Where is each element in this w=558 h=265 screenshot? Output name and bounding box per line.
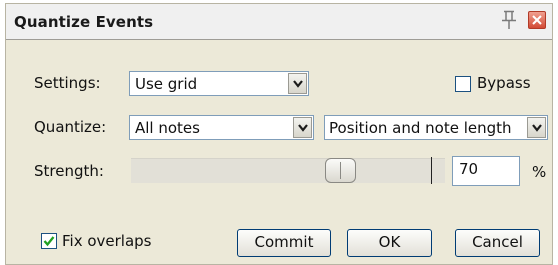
strength-slider-track[interactable] [131, 158, 445, 183]
fix-overlaps-checkbox[interactable] [41, 233, 57, 249]
slider-default-marker [431, 157, 432, 184]
fix-overlaps-label: Fix overlaps [62, 232, 152, 250]
close-icon [532, 15, 542, 25]
close-button[interactable] [528, 11, 546, 29]
quantize-notes-select[interactable]: All notes [129, 115, 314, 140]
quantize-mode-value: Position and note length [329, 119, 512, 137]
settings-select[interactable]: Use grid [129, 71, 309, 96]
bypass-label: Bypass [477, 74, 531, 92]
quantize-label: Quantize: [34, 118, 107, 136]
settings-value: Use grid [135, 75, 198, 93]
quantize-mode-select[interactable]: Position and note length [324, 115, 548, 140]
quantize-events-dialog: Quantize Events Settings: Use grid Bypas… [5, 3, 553, 265]
title-bar[interactable]: Quantize Events [6, 4, 552, 40]
commit-button[interactable]: Commit [237, 229, 331, 257]
quantize-notes-value: All notes [135, 119, 200, 137]
bypass-checkbox[interactable] [455, 76, 471, 92]
pin-icon[interactable] [502, 10, 516, 30]
chevron-down-icon[interactable] [293, 117, 312, 138]
strength-label: Strength: [34, 162, 104, 180]
dialog-title: Quantize Events [14, 13, 154, 31]
strength-slider-thumb[interactable] [325, 158, 356, 183]
check-icon [43, 236, 55, 247]
settings-label: Settings: [34, 74, 101, 92]
chevron-down-icon[interactable] [527, 117, 546, 138]
strength-value: 70 [459, 160, 479, 178]
ok-button[interactable]: OK [347, 229, 432, 257]
chevron-down-icon[interactable] [288, 73, 307, 94]
strength-input[interactable]: 70 [452, 156, 520, 186]
cancel-button[interactable]: Cancel [455, 229, 540, 257]
percent-unit: % [532, 163, 547, 181]
